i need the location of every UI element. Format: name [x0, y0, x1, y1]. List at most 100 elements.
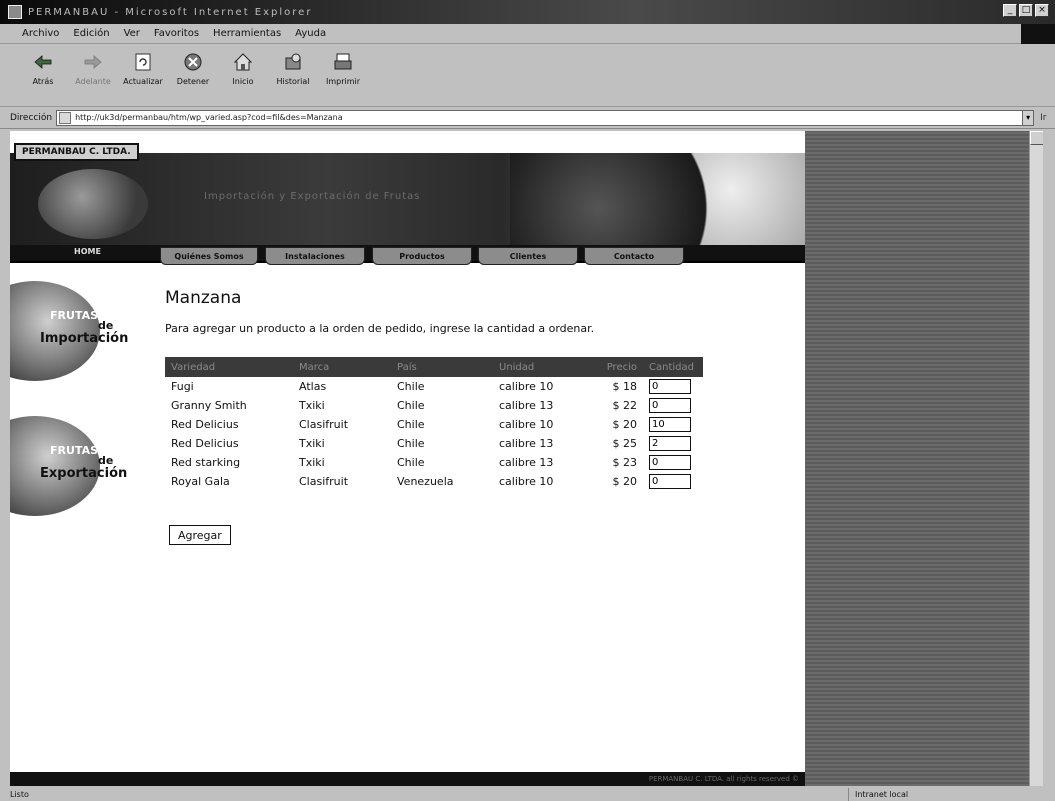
fruit-photo: [510, 153, 805, 245]
page-viewport: PERMANBAU C. LTDA. Importación y Exporta…: [10, 131, 1043, 786]
window-title: PERMANBAU - Microsoft Internet Explorer: [28, 6, 313, 18]
back-arrow-icon: [32, 51, 54, 73]
globe-graphic: [38, 169, 148, 239]
cell-marca: Clasifruit: [299, 418, 349, 431]
side-label-exportacion: Exportación: [40, 466, 128, 481]
col-marca: Marca: [293, 357, 391, 377]
page-title: Manzana: [165, 288, 242, 308]
cell-precio: $ 23: [612, 456, 638, 469]
status-bar: Listo Intranet local: [0, 788, 1055, 801]
company-logo-label: PERMANBAU C. LTDA.: [14, 143, 139, 161]
nav-quienes-somos[interactable]: Quiénes Somos: [160, 247, 258, 265]
col-precio: Precio: [583, 357, 643, 377]
menu-ver[interactable]: Ver: [124, 28, 140, 39]
cell-precio: $ 22: [612, 399, 638, 412]
cell-pais: Chile: [397, 380, 425, 393]
frutas-exportacion-link[interactable]: FRUTAS de Exportación: [10, 416, 145, 516]
cell-variedad: Red starking: [171, 456, 241, 469]
cell-marca: Atlas: [299, 380, 327, 393]
cantidad-input[interactable]: [649, 398, 691, 413]
products-table: Variedad Marca País Unidad Precio Cantid…: [165, 357, 703, 491]
cell-variedad: Red Delicius: [171, 418, 239, 431]
stop-button[interactable]: Detener: [170, 45, 216, 103]
cell-pais: Venezuela: [397, 475, 454, 488]
go-button[interactable]: Ir: [1040, 113, 1046, 123]
page-instructions: Para agregar un producto a la orden de p…: [165, 322, 595, 335]
history-icon: [282, 51, 304, 73]
forward-button[interactable]: Adelante: [70, 45, 116, 103]
cantidad-input[interactable]: [649, 455, 691, 470]
cell-unidad: calibre 13: [499, 437, 554, 450]
window-controls: _ □ ×: [1003, 4, 1049, 17]
home-button[interactable]: Inicio: [220, 45, 266, 103]
agregar-button[interactable]: Agregar: [169, 525, 231, 545]
history-button[interactable]: Historial: [270, 45, 316, 103]
nav-instalaciones[interactable]: Instalaciones: [265, 247, 365, 265]
minimize-button[interactable]: _: [1003, 4, 1017, 17]
cell-pais: Chile: [397, 437, 425, 450]
cell-precio: $ 18: [612, 380, 638, 393]
cell-unidad: calibre 10: [499, 418, 554, 431]
col-unidad: Unidad: [493, 357, 583, 377]
nav-productos[interactable]: Productos: [372, 247, 472, 265]
cell-marca: Clasifruit: [299, 475, 349, 488]
forward-arrow-icon: [82, 51, 104, 73]
cell-pais: Chile: [397, 456, 425, 469]
menu-archivo[interactable]: Archivo: [22, 28, 59, 39]
address-dropdown-button[interactable]: ▾: [1022, 109, 1035, 126]
print-icon: [332, 51, 354, 73]
nav-contacto[interactable]: Contacto: [584, 247, 684, 265]
cantidad-input[interactable]: [649, 474, 691, 489]
right-background-panel: [805, 131, 1043, 786]
browser-window: PERMANBAU - Microsoft Internet Explorer …: [0, 0, 1055, 801]
print-button[interactable]: Imprimir: [320, 45, 366, 103]
table-row: Granny Smith Txiki Chile calibre 13 $ 22: [165, 396, 703, 415]
side-label-frutas: FRUTAS: [50, 444, 99, 457]
cantidad-input[interactable]: [649, 417, 691, 432]
frutas-importacion-link[interactable]: FRUTAS de Importación: [10, 281, 145, 381]
cell-marca: Txiki: [299, 437, 325, 450]
zone-indicator: Intranet local: [848, 788, 908, 801]
menu-ayuda[interactable]: Ayuda: [295, 28, 326, 39]
menu-herramientas[interactable]: Herramientas: [213, 28, 281, 39]
nav-home[interactable]: HOME: [74, 247, 101, 256]
address-url: http://uk3d/permanbau/htm/wp_varied.asp?…: [75, 113, 343, 122]
maximize-button[interactable]: □: [1019, 4, 1033, 17]
menu-favoritos[interactable]: Favoritos: [154, 28, 199, 39]
side-label-importacion: Importación: [40, 331, 129, 346]
cell-marca: Txiki: [299, 399, 325, 412]
cell-cantidad: [643, 453, 703, 472]
refresh-button[interactable]: Actualizar: [120, 45, 166, 103]
cell-unidad: calibre 10: [499, 380, 554, 393]
cantidad-input[interactable]: [649, 379, 691, 394]
cell-variedad: Granny Smith: [171, 399, 247, 412]
vertical-scrollbar[interactable]: [1029, 131, 1043, 786]
cantidad-input[interactable]: [649, 436, 691, 451]
nav-clientes[interactable]: Clientes: [478, 247, 578, 265]
ie-app-icon: [8, 5, 22, 19]
cell-pais: Chile: [397, 418, 425, 431]
cell-variedad: Fugi: [171, 380, 194, 393]
page-icon: [59, 111, 72, 124]
cell-cantidad: [643, 472, 703, 491]
menu-edicion[interactable]: Edición: [73, 28, 109, 39]
cell-precio: $ 25: [612, 437, 638, 450]
stop-icon: [182, 51, 204, 73]
status-text: Listo: [10, 790, 29, 799]
site-header-banner: PERMANBAU C. LTDA. Importación y Exporta…: [10, 143, 805, 245]
address-input[interactable]: http://uk3d/permanbau/htm/wp_varied.asp?…: [56, 109, 1035, 126]
windows-logo-icon: [1021, 24, 1055, 44]
cell-cantidad: [643, 396, 703, 415]
side-label-frutas: FRUTAS: [50, 309, 99, 322]
table-row: Red starking Txiki Chile calibre 13 $ 23: [165, 453, 703, 472]
col-variedad: Variedad: [165, 357, 293, 377]
table-row: Fugi Atlas Chile calibre 10 $ 18: [165, 377, 703, 396]
address-label: Dirección: [10, 112, 53, 123]
back-button[interactable]: Atrás: [20, 45, 66, 103]
col-pais: País: [391, 357, 493, 377]
cell-unidad: calibre 13: [499, 399, 554, 412]
home-icon: [232, 51, 254, 73]
close-button[interactable]: ×: [1035, 4, 1049, 17]
scroll-up-button[interactable]: [1030, 131, 1043, 145]
refresh-icon: [132, 51, 154, 73]
